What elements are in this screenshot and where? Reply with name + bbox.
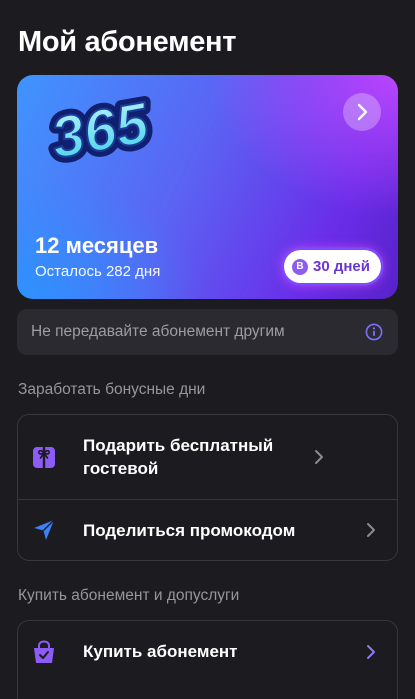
buy-section-title: Купить абонемент и допуслуги — [18, 587, 240, 604]
bonus-menu: Подарить бесплатный гостевой Поделиться … — [17, 414, 398, 561]
chevron-right-icon — [315, 450, 323, 464]
notice-text: Не передавайте абонемент другим — [31, 323, 285, 340]
gift-guest-pass-label: Подарить бесплатный гостевой — [83, 436, 274, 478]
chevron-right-icon — [367, 523, 375, 537]
info-icon[interactable] — [365, 323, 383, 341]
paper-plane-icon — [34, 519, 55, 540]
bonus-section-title: Заработать бонусные дни — [18, 381, 206, 398]
plan-duration: 12 месяцев — [35, 233, 159, 258]
svg-text:365: 365 — [47, 90, 154, 171]
page-title: Мой абонемент — [18, 26, 237, 58]
notice-bar: Не передавайте абонемент другим — [17, 309, 398, 355]
subscription-card[interactable]: 365 365 12 месяцев Осталось 282 дня B 30… — [17, 75, 398, 299]
buy-menu: Купить абонемент — [17, 620, 398, 699]
card-open-button[interactable] — [343, 93, 381, 131]
subscription-screen: Мой абонемент 365 365 12 месяцев Осталос… — [0, 0, 415, 699]
shopping-bag-icon — [34, 639, 54, 663]
share-promo-code-item[interactable]: Поделиться промокодом — [18, 499, 397, 560]
plan-remaining-days: Осталось 282 дня — [35, 263, 161, 280]
logo-365: 365 365 — [41, 87, 160, 177]
badge-coin-icon: B — [292, 258, 308, 275]
share-promo-code-label: Поделиться промокодом — [83, 520, 296, 540]
bonus-days-label: 30 дней — [313, 258, 370, 275]
chevron-right-icon — [367, 644, 375, 659]
bonus-days-badge[interactable]: B 30 дней — [284, 250, 381, 283]
buy-subscription-item[interactable]: Купить абонемент — [18, 621, 397, 682]
gift-guest-pass-item[interactable]: Подарить бесплатный гостевой — [18, 415, 397, 499]
buy-subscription-label: Купить абонемент — [83, 642, 238, 661]
gift-icon — [33, 447, 55, 468]
chevron-right-icon — [357, 103, 368, 121]
